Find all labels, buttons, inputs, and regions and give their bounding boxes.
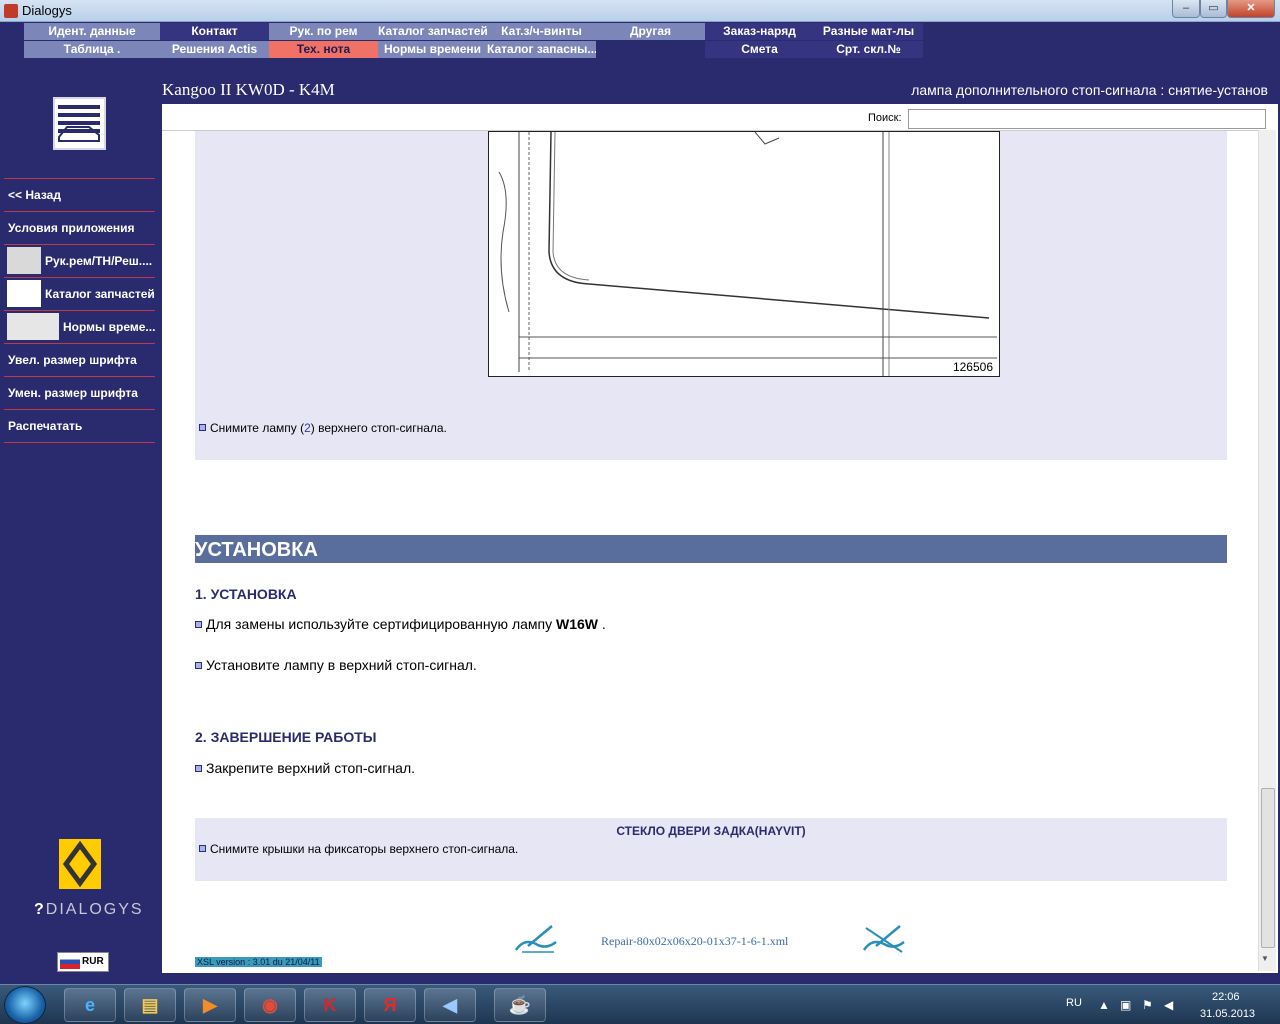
source-file-name: Repair-80x02x06x20-01x37-1-6-1.xml	[601, 934, 789, 948]
removal-block: 126506 Снимите лампу (2) верхнего стоп-с…	[195, 131, 1227, 460]
nav-ident-data[interactable]: Идент. данные	[24, 23, 160, 40]
kaspersky-icon[interactable]: K	[304, 988, 356, 1022]
nav-parts-catalog[interactable]: Каталог запчастей	[378, 23, 487, 40]
nav-parts-screws[interactable]: Кат.з/ч-винты	[487, 23, 596, 40]
nav-misc-materials[interactable]: Разные мат-лы	[814, 23, 923, 40]
section-title: УСТАНОВКА	[195, 535, 1227, 563]
top-navigation: Идент. данные Контакт Рук. по рем Катало…	[0, 22, 1280, 60]
chrome-icon[interactable]: ◉	[244, 988, 296, 1022]
wrench-icon	[7, 247, 41, 274]
xsl-version: XSL version : 3.01 du 21/04/11	[195, 957, 322, 967]
ie-icon[interactable]: e	[64, 988, 116, 1022]
sidebar: << Назад Условия приложения Рук.рем/ТН/Р…	[0, 60, 160, 976]
java-icon[interactable]: ☕	[494, 988, 546, 1022]
bullet-icon	[195, 662, 202, 669]
network-icon[interactable]: ▣	[1120, 998, 1131, 1012]
main-panel: Поиск: 126506 Снимите лампу (2) верхнего…	[162, 104, 1278, 973]
nav-estimate[interactable]: Смета	[705, 41, 814, 58]
scroll-down-icon[interactable]: ▼	[1261, 954, 1269, 963]
subsection-finishing: 2. ЗАВЕРШЕНИЕ РАБОТЫ	[195, 729, 377, 745]
language-selector[interactable]: RUR	[57, 952, 109, 972]
sidebar-item-print[interactable]: Распечатать	[4, 409, 155, 441]
nav-time-norms[interactable]: Нормы времени	[378, 41, 487, 58]
clock-date[interactable]: 31.05.2013	[1200, 1008, 1255, 1020]
pen-crossed-icon[interactable]	[862, 924, 906, 954]
vehicle-title: Kangoo II KW0D - K4M	[162, 80, 335, 99]
app-icon	[4, 4, 18, 18]
removal-step: Снимите лампу (2) верхнего стоп-сигнала.	[199, 421, 447, 435]
nav-work-order[interactable]: Заказ-наряд	[705, 23, 814, 40]
pen-icon[interactable]	[514, 924, 558, 954]
sidebar-item-parts-catalog[interactable]: Каталог запчастей	[4, 277, 155, 309]
close-button[interactable]: ✕	[1227, 0, 1275, 18]
document-title: лампа дополнительного стоп-сигнала : сня…	[911, 82, 1268, 98]
nav-other[interactable]: Другая	[596, 23, 705, 40]
sidebar-item-label: Каталог запчастей	[45, 287, 155, 301]
subsection-installation: 1. УСТАНОВКА	[195, 586, 297, 602]
clock-time[interactable]: 22:06	[1212, 991, 1240, 1003]
diagram-figure: 126506	[488, 131, 1000, 377]
maximize-button[interactable]: ▭	[1200, 0, 1227, 18]
sidebar-item-time-norms[interactable]: Нормы време...	[4, 310, 155, 342]
car-logo-icon[interactable]	[53, 97, 106, 150]
bullet-icon	[195, 765, 202, 772]
start-button[interactable]	[4, 986, 46, 1024]
search-label: Поиск:	[868, 112, 902, 124]
part-ref-link[interactable]: 2	[304, 421, 311, 435]
note-step: Снимите крышки на фиксаторы верхнего сто…	[199, 842, 518, 856]
dialogys-logo: ?DIALOGYS	[34, 901, 144, 918]
taskbar: e ▤ ▶ ◉ K Я ◀ ☕ RU ▲ ▣ ⚑ ◀ 22:06 31.05.2…	[0, 984, 1280, 1024]
media-player-icon[interactable]: ▶	[184, 988, 236, 1022]
yandex-icon[interactable]: Я	[364, 988, 416, 1022]
flag-icon[interactable]: ⚑	[1142, 998, 1153, 1012]
note-title: СТЕКЛО ДВЕРИ ЗАДКА(HAYVIT)	[616, 824, 806, 838]
search-input[interactable]	[908, 109, 1266, 129]
nav-actis-solutions[interactable]: Решения Actis	[160, 41, 269, 58]
sidebar-item-app-conditions[interactable]: Условия приложения	[4, 211, 155, 243]
sidebar-item-label: Рук.рем/ТН/Реш....	[45, 254, 153, 268]
scrollbar-thumb[interactable]	[1261, 788, 1275, 948]
window-title: Dialogys	[22, 3, 72, 18]
bullet-icon	[195, 621, 202, 628]
nav-repair-manual[interactable]: Рук. по рем	[269, 23, 378, 40]
renault-logo-icon	[59, 839, 101, 889]
tray-expand-icon[interactable]: ▲	[1098, 998, 1110, 1012]
sidebar-item-back[interactable]: << Назад	[4, 178, 155, 210]
nav-contact[interactable]: Контакт	[160, 23, 269, 40]
sidebar-item-repair-manual[interactable]: Рук.рем/ТН/Реш....	[4, 244, 155, 276]
nav-table[interactable]: Таблица .	[24, 41, 160, 58]
speaker-app-icon[interactable]: ◀	[424, 988, 476, 1022]
note-block: СТЕКЛО ДВЕРИ ЗАДКА(HAYVIT) Снимите крышк…	[195, 818, 1227, 881]
minimize-button[interactable]: –	[1172, 0, 1200, 18]
sidebar-divider	[4, 442, 155, 443]
parts-icon	[7, 280, 41, 307]
russia-flag-icon	[60, 955, 80, 969]
vertical-scrollbar[interactable]: ▼	[1258, 130, 1276, 971]
bullet-icon	[199, 845, 206, 852]
install-step-1: Для замены используйте сертифицированную…	[195, 616, 606, 632]
volume-icon[interactable]: ◀	[1164, 998, 1173, 1012]
nav-spare-catalog[interactable]: Каталог запасны...	[487, 41, 596, 58]
bullet-icon	[199, 424, 206, 431]
title-bar: Dialogys – ▭ ✕	[0, 0, 1280, 22]
nav-tech-note[interactable]: Тех. нота	[269, 41, 378, 58]
nav-warehouse-no[interactable]: Срт. скл.№	[814, 41, 923, 58]
gauge-icon	[7, 313, 59, 340]
install-step-2: Установите лампу в верхний стоп-сигнал.	[195, 657, 477, 673]
finish-step-1: Закрепите верхний стоп-сигнал.	[195, 760, 415, 776]
keyboard-language[interactable]: RU	[1066, 997, 1082, 1009]
sidebar-item-label: Нормы време...	[63, 320, 155, 334]
sidebar-item-font-decrease[interactable]: Умен. размер шрифта	[4, 376, 155, 408]
sidebar-item-font-increase[interactable]: Увел. размер шрифта	[4, 343, 155, 375]
document-content: 126506 Снимите лампу (2) верхнего стоп-с…	[162, 130, 1258, 971]
figure-number: 126506	[952, 360, 993, 374]
explorer-icon[interactable]: ▤	[124, 988, 176, 1022]
